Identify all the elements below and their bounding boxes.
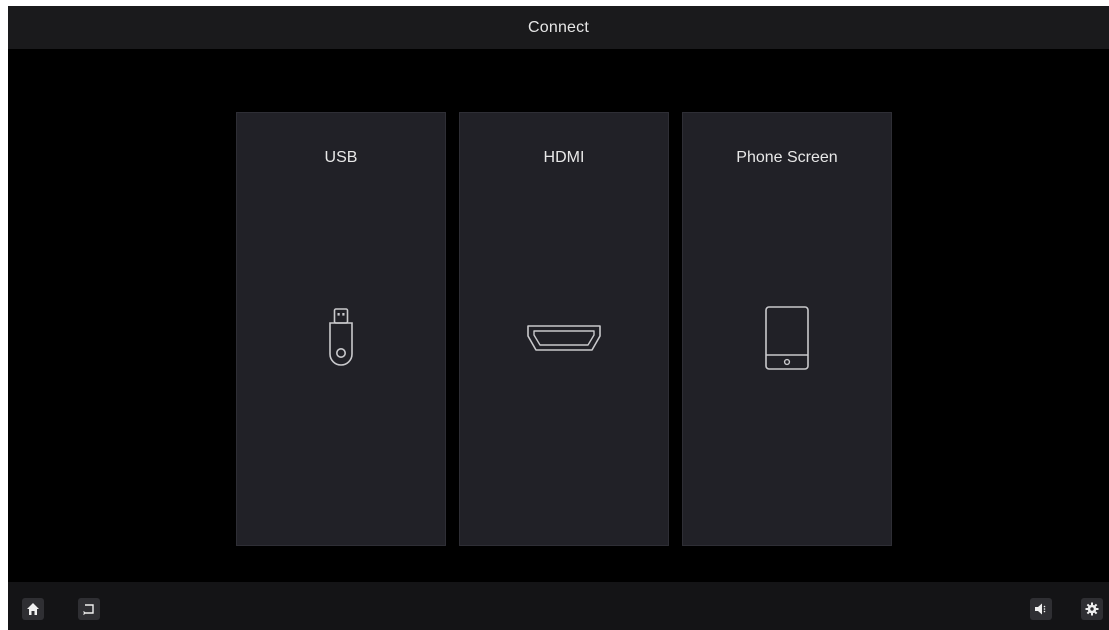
phone-icon (683, 303, 891, 373)
usb-drive-icon (237, 303, 445, 373)
source-label-usb: USB (324, 149, 358, 166)
back-button[interactable] (78, 598, 100, 620)
home-icon (27, 603, 39, 615)
source-label-hdmi: HDMI (543, 149, 585, 166)
source-card-hdmi[interactable]: HDMI (459, 112, 669, 546)
source-label-phone-screen: Phone Screen (736, 149, 838, 166)
source-card-phone-screen[interactable]: Phone Screen (682, 112, 892, 546)
source-card-usb[interactable]: USB (236, 112, 446, 546)
volume-icon (1035, 603, 1046, 615)
volume-button[interactable] (1030, 598, 1052, 620)
connect-screen: Connect USB HDMI Phone Screen (8, 6, 1109, 630)
page-title: Connect (528, 18, 589, 36)
bottom-nav-bar (8, 582, 1109, 630)
hdmi-port-icon (460, 303, 668, 373)
back-icon (83, 604, 94, 615)
gear-icon (1085, 602, 1099, 616)
settings-button[interactable] (1081, 598, 1103, 620)
home-button[interactable] (22, 598, 44, 620)
title-bar: Connect (8, 6, 1109, 49)
